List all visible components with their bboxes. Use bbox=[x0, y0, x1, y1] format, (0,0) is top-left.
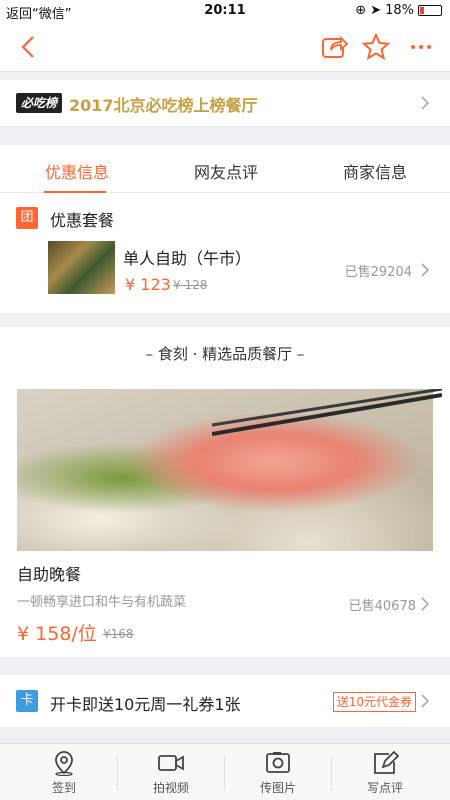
ranking-text: 2017北京必吃榜上榜餐厅 bbox=[69, 96, 258, 115]
check-in-button[interactable]: 签到 bbox=[24, 750, 104, 796]
featured-price: ¥ 158/位 bbox=[17, 623, 97, 645]
photo-icon bbox=[266, 752, 290, 773]
lock-rotation-icon: ⊕ bbox=[355, 3, 367, 18]
group-deal-icon: 团 bbox=[16, 207, 38, 229]
must-eat-list-logo: 必吃榜 bbox=[16, 93, 62, 113]
voucher-badge: 送10元代金券 bbox=[332, 692, 416, 712]
card-icon: 卡 bbox=[16, 690, 38, 712]
battery-icon bbox=[418, 5, 442, 16]
share-icon[interactable] bbox=[319, 32, 349, 62]
bottom-action-bar: 签到 拍视频 传图片 写点评 bbox=[0, 743, 450, 800]
deals-section: 团 优惠套餐 单人自助（午市） ¥ 123 ¥ 128 已售29204 bbox=[0, 193, 450, 313]
section-tabs: 优惠信息 网友点评 商家信息 bbox=[0, 145, 450, 193]
chevron-right-icon bbox=[421, 96, 430, 110]
membership-card-banner[interactable]: 卡 开卡即送10元周一礼券1张 送10元代金券 bbox=[0, 675, 450, 727]
featured-description: 一顿畅享进口和牛与有机蔬菜 bbox=[17, 595, 187, 610]
deal-thumbnail bbox=[48, 241, 115, 294]
upload-photo-label: 传图片 bbox=[259, 781, 296, 795]
hotpot-meat-photo bbox=[17, 389, 442, 551]
location-icon: ➤ bbox=[370, 3, 382, 18]
deal-price: ¥ 123 bbox=[125, 275, 171, 294]
featured-sold-count: 已售40678 bbox=[348, 599, 416, 614]
featured-section: – 食刻 · 精选品质餐厅 – 自助晚餐 一顿畅享进口和牛与有机蔬菜 已售406… bbox=[0, 327, 450, 657]
status-right: ⊕ ➤ 18% bbox=[355, 3, 442, 18]
chevron-right-icon bbox=[421, 597, 430, 611]
chopsticks-graphic bbox=[212, 389, 442, 436]
star-icon[interactable] bbox=[361, 32, 391, 62]
tab-merchant-info[interactable]: 商家信息 bbox=[343, 159, 407, 183]
divider bbox=[117, 756, 118, 790]
divider bbox=[224, 756, 225, 790]
deals-title: 优惠套餐 bbox=[50, 211, 115, 230]
divider bbox=[331, 756, 332, 790]
tab-reviews[interactable]: 网友点评 bbox=[194, 159, 258, 183]
ranking-banner[interactable]: 必吃榜 2017北京必吃榜上榜餐厅 bbox=[0, 80, 450, 126]
write-review-label: 写点评 bbox=[366, 781, 403, 795]
chevron-right-icon bbox=[421, 263, 430, 277]
deal-original-price: ¥ 128 bbox=[173, 278, 208, 292]
card-offer-text: 开卡即送10元周一礼券1张 bbox=[50, 695, 241, 714]
check-in-label: 签到 bbox=[51, 781, 76, 795]
battery-percent: 18% bbox=[385, 3, 414, 18]
featured-header: – 食刻 · 精选品质餐厅 – bbox=[145, 345, 305, 363]
location-pin-icon bbox=[55, 751, 73, 776]
edit-icon bbox=[374, 750, 399, 774]
upload-photo-button[interactable]: 传图片 bbox=[238, 750, 318, 796]
back-arrow-icon[interactable] bbox=[14, 32, 44, 62]
deal-name: 单人自助（午市） bbox=[123, 249, 252, 268]
video-camera-icon bbox=[158, 755, 184, 771]
navigation-bar bbox=[0, 22, 450, 72]
featured-original-price: ¥168 bbox=[103, 627, 134, 641]
tab-deals[interactable]: 优惠信息 bbox=[45, 159, 109, 183]
shoot-video-button[interactable]: 拍视频 bbox=[131, 750, 211, 796]
write-review-button[interactable]: 写点评 bbox=[345, 750, 425, 796]
shoot-video-label: 拍视频 bbox=[152, 781, 189, 795]
status-bar: 返回“微信” 20:11 ⊕ ➤ 18% bbox=[0, 0, 450, 22]
more-icon[interactable] bbox=[406, 32, 436, 62]
chevron-right-icon bbox=[421, 694, 430, 708]
featured-name: 自助晚餐 bbox=[17, 565, 82, 584]
deal-sold-count: 已售29204 bbox=[344, 265, 412, 280]
